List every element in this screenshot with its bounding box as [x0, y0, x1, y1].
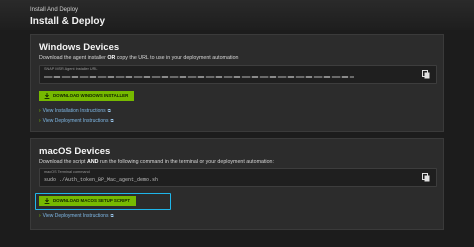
macos-description-post: run the following command in the termina… — [98, 159, 274, 165]
external-link-icon: ⧉ — [107, 108, 111, 113]
windows-description-post: copy the URL to use in your deployment a… — [115, 55, 239, 61]
view-deployment-instructions-label: View Deployment Instructions — [42, 213, 109, 219]
windows-devices-title: Windows Devices — [39, 42, 120, 53]
chevron-right-icon: › — [39, 118, 41, 124]
download-macos-setup-script-button[interactable]: DOWNLOAD MACOS SETUP SCRIPT — [39, 196, 137, 206]
view-installation-instructions-link[interactable]: › View Installation Instructions ⧉ — [39, 108, 111, 114]
windows-description-pre: Download the agent installer — [39, 55, 108, 61]
macos-description-bold: AND — [87, 159, 99, 165]
download-icon — [44, 93, 50, 99]
macos-devices-panel: macOS Devices Download the script AND ru… — [30, 138, 444, 230]
chevron-right-icon: › — [39, 108, 41, 114]
macos-description: Download the script AND run the followin… — [39, 159, 274, 165]
download-macos-setup-script-label: DOWNLOAD MACOS SETUP SCRIPT — [53, 198, 131, 203]
macos-devices-title: macOS Devices — [39, 146, 111, 157]
chevron-right-icon: › — [39, 213, 41, 219]
download-icon — [44, 198, 50, 204]
view-deployment-instructions-link-macos[interactable]: › View Deployment Instructions ⧉ — [39, 213, 114, 219]
download-windows-installer-label: DOWNLOAD WINDOWS INSTALLER — [53, 93, 129, 98]
view-deployment-instructions-link-windows[interactable]: › View Deployment Instructions ⧉ — [39, 118, 114, 124]
terminal-command-label: macOS Terminal command — [44, 170, 90, 174]
windows-devices-panel: Windows Devices Download the agent insta… — [30, 34, 444, 132]
copy-icon[interactable] — [422, 173, 430, 182]
breadcrumb[interactable]: Install And Deploy — [30, 7, 78, 13]
external-link-icon: ⧉ — [110, 213, 114, 218]
external-link-icon: ⧉ — [110, 118, 114, 123]
macos-description-pre: Download the script — [39, 159, 87, 165]
installer-url-label: SNAP MSR Agent Installer URL — [44, 67, 98, 71]
installer-url-field[interactable]: SNAP MSR Agent Installer URL — [39, 65, 437, 84]
windows-description: Download the agent installer OR copy the… — [39, 55, 238, 61]
terminal-command-value[interactable]: sudo ./Auth_token_BP_Mac_agent_demo.sh — [44, 177, 158, 183]
view-deployment-instructions-label: View Deployment Instructions — [42, 118, 109, 124]
copy-icon[interactable] — [422, 70, 430, 79]
terminal-command-field[interactable]: macOS Terminal command sudo ./Auth_token… — [39, 168, 437, 187]
header-bar: Install And Deploy Install & Deploy — [0, 0, 474, 30]
installer-url-masked-value — [44, 76, 354, 78]
download-windows-installer-button[interactable]: DOWNLOAD WINDOWS INSTALLER — [39, 91, 135, 101]
view-installation-instructions-label: View Installation Instructions — [42, 108, 106, 114]
page-title: Install & Deploy — [30, 16, 106, 27]
